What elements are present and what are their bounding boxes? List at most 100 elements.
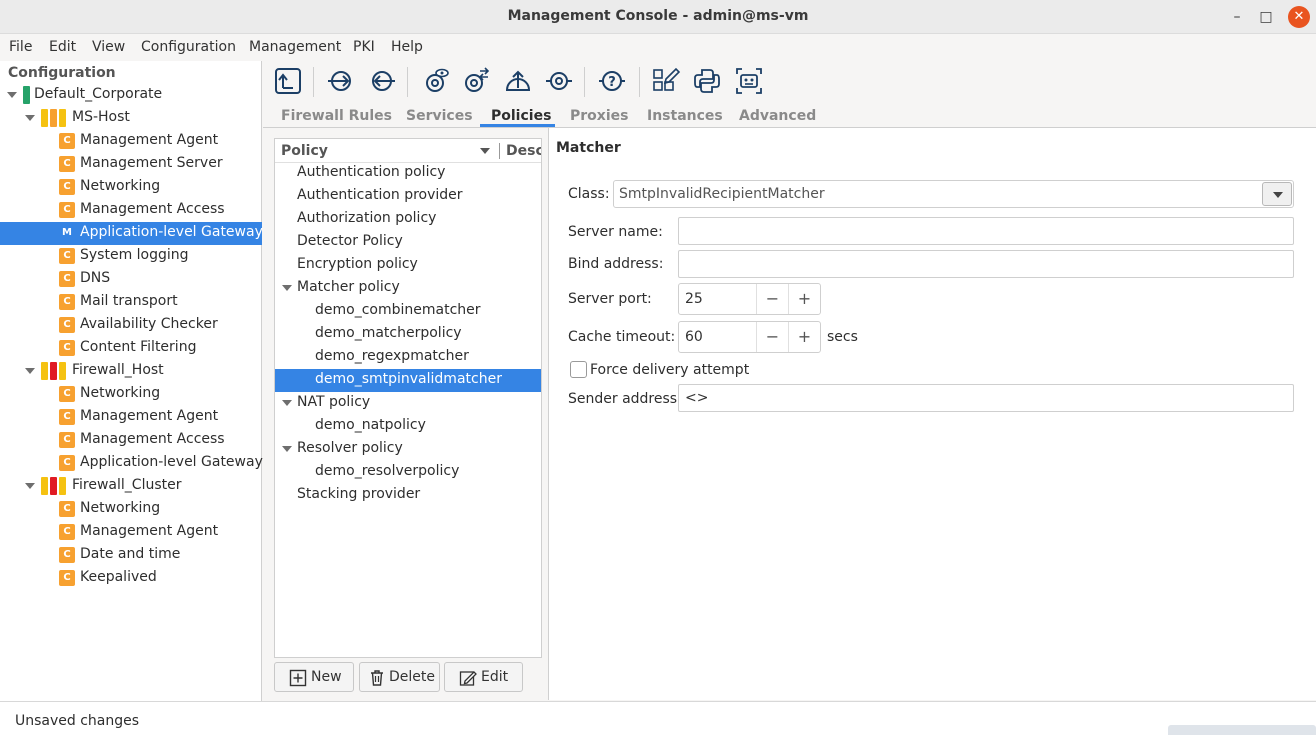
expand-arrow-icon[interactable] xyxy=(7,92,17,98)
menu-file[interactable]: File xyxy=(9,39,32,55)
upload-config-icon[interactable] xyxy=(503,66,533,96)
tree-item-networking[interactable]: C Networking xyxy=(0,498,262,521)
tab-advanced[interactable]: Advanced xyxy=(739,108,816,124)
column-header-policy[interactable]: Policy xyxy=(281,143,328,159)
expand-arrow-icon[interactable] xyxy=(282,400,292,406)
policy-group-nat[interactable]: NAT policy xyxy=(275,392,541,415)
cache-timeout-spinbox[interactable]: 60 − + xyxy=(678,321,821,353)
tree-item-networking[interactable]: C Networking xyxy=(0,176,262,199)
menu-management[interactable]: Management xyxy=(249,39,341,55)
connect-icon[interactable] xyxy=(326,66,356,96)
cache-timeout-unit: secs xyxy=(827,329,858,345)
upload-arrow-icon[interactable] xyxy=(273,66,303,96)
expand-arrow-icon[interactable] xyxy=(25,115,35,121)
bind-address-field[interactable] xyxy=(678,250,1294,278)
tree-item-label: Networking xyxy=(80,500,161,516)
server-port-spinbox[interactable]: 25 − + xyxy=(678,283,821,315)
expand-arrow-icon[interactable] xyxy=(282,446,292,452)
server-name-field[interactable] xyxy=(678,217,1294,245)
component-icon: C xyxy=(59,271,75,287)
policy-row[interactable]: Authorization policy xyxy=(275,208,541,231)
minimize-button[interactable]: – xyxy=(1226,6,1248,28)
increment-button[interactable]: + xyxy=(788,284,820,314)
policy-group-resolver[interactable]: Resolver policy xyxy=(275,438,541,461)
tree-item-keepalived[interactable]: C Keepalived xyxy=(0,567,262,590)
tree-root[interactable]: Default_Corporate xyxy=(0,84,262,107)
policy-row[interactable]: Authentication policy xyxy=(275,162,541,185)
sender-address-value: <> xyxy=(685,390,709,406)
tab-policies[interactable]: Policies xyxy=(491,108,551,124)
decrement-button[interactable]: − xyxy=(756,284,788,314)
force-delivery-label[interactable]: Force delivery attempt xyxy=(590,362,749,378)
tree-item-content-filtering[interactable]: C Content Filtering xyxy=(0,337,262,360)
tree-item-application-level-gateway[interactable]: C Application-level Gateway xyxy=(0,452,263,475)
delete-button[interactable]: Delete xyxy=(359,662,440,692)
dropdown-button[interactable] xyxy=(1262,182,1292,206)
policy-group-matcher[interactable]: Matcher policy xyxy=(275,277,541,300)
increment-button[interactable]: + xyxy=(788,322,820,352)
control-service-icon[interactable] xyxy=(544,66,574,96)
tree-item-management-server[interactable]: C Management Server xyxy=(0,153,262,176)
resize-grip[interactable] xyxy=(1168,725,1316,735)
decrement-button[interactable]: − xyxy=(756,322,788,352)
disconnect-icon[interactable] xyxy=(367,66,397,96)
menu-help[interactable]: Help xyxy=(391,39,423,55)
policy-row[interactable]: demo_regexpmatcher xyxy=(275,346,541,369)
tree-item-management-agent[interactable]: C Management Agent xyxy=(0,406,262,429)
expand-arrow-icon[interactable] xyxy=(25,368,35,374)
policy-row[interactable]: Encryption policy xyxy=(275,254,541,277)
close-button[interactable]: ✕ xyxy=(1288,6,1310,28)
help-icon[interactable]: ? xyxy=(597,66,627,96)
menu-edit[interactable]: Edit xyxy=(49,39,76,55)
tree-item-date-and-time[interactable]: C Date and time xyxy=(0,544,262,567)
tree-host-firewall-host[interactable]: Firewall_Host xyxy=(0,360,262,383)
menu-view[interactable]: View xyxy=(92,39,125,55)
edit-layout-icon[interactable] xyxy=(651,66,681,96)
new-button[interactable]: New xyxy=(274,662,354,692)
force-delivery-checkbox[interactable] xyxy=(570,361,587,378)
policy-row[interactable]: demo_natpolicy xyxy=(275,415,541,438)
sort-dropdown-icon[interactable] xyxy=(480,148,490,154)
class-select[interactable]: SmtpInvalidRecipientMatcher xyxy=(613,180,1294,208)
tree-host-ms-host[interactable]: MS-Host xyxy=(0,107,262,130)
menu-configuration[interactable]: Configuration xyxy=(141,39,236,55)
compare-icon[interactable] xyxy=(461,66,491,96)
tree-item-management-access[interactable]: C Management Access xyxy=(0,199,262,222)
tree-item-dns[interactable]: C DNS xyxy=(0,268,262,291)
tab-services[interactable]: Services xyxy=(406,108,473,124)
policy-row-selected[interactable]: demo_smtpinvalidmatcher xyxy=(275,369,541,392)
policy-row[interactable]: demo_combinematcher xyxy=(275,300,541,323)
tree-item-application-level-gateway[interactable]: M Application-level Gateway xyxy=(0,222,263,245)
expand-arrow-icon[interactable] xyxy=(25,483,35,489)
policy-row[interactable]: Stacking provider xyxy=(275,484,541,507)
tree-item-networking[interactable]: C Networking xyxy=(0,383,262,406)
tree-item-system-logging[interactable]: C System logging xyxy=(0,245,262,268)
view-config-icon[interactable] xyxy=(421,66,451,96)
tree-item-management-agent[interactable]: C Management Agent xyxy=(0,521,262,544)
tree-item-availability-checker[interactable]: C Availability Checker xyxy=(0,314,262,337)
tree-item-label: Management Access xyxy=(80,201,225,217)
tree-item-mail-transport[interactable]: C Mail transport xyxy=(0,291,262,314)
panel-title: Matcher xyxy=(556,140,621,156)
maximize-button[interactable]: □ xyxy=(1255,6,1277,28)
edit-button[interactable]: Edit xyxy=(444,662,523,692)
tree-host-firewall-cluster[interactable]: Firewall_Cluster xyxy=(0,475,262,498)
tab-instances[interactable]: Instances xyxy=(647,108,723,124)
tab-proxies[interactable]: Proxies xyxy=(570,108,628,124)
menu-pki[interactable]: PKI xyxy=(353,39,375,55)
policy-row[interactable]: demo_resolverpolicy xyxy=(275,461,541,484)
policy-row[interactable]: demo_matcherpolicy xyxy=(275,323,541,346)
python-icon[interactable] xyxy=(692,66,722,96)
tree-item-management-agent[interactable]: C Management Agent xyxy=(0,130,262,153)
expand-arrow-icon[interactable] xyxy=(282,285,292,291)
status-monitor-icon[interactable] xyxy=(734,66,764,96)
policy-row-label: demo_natpolicy xyxy=(315,417,426,433)
policy-row[interactable]: Detector Policy xyxy=(275,231,541,254)
column-header-description[interactable]: Description xyxy=(506,143,541,159)
policy-row-label: Resolver policy xyxy=(297,440,403,456)
tab-firewall-rules[interactable]: Firewall Rules xyxy=(281,108,392,124)
tree-item-management-access[interactable]: C Management Access xyxy=(0,429,262,452)
sender-address-field[interactable]: <> xyxy=(678,384,1294,412)
tree-item-label: Keepalived xyxy=(80,569,157,585)
policy-row[interactable]: Authentication provider xyxy=(275,185,541,208)
